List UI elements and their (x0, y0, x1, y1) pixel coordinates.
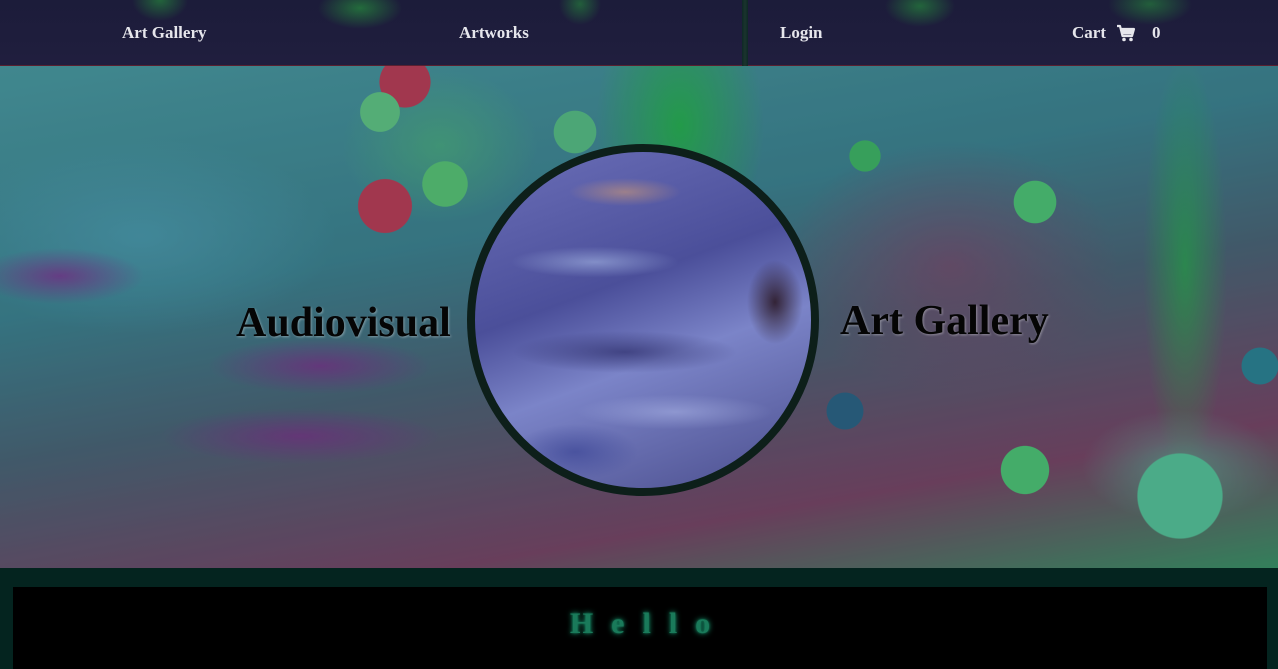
hero-right-title: Art Gallery (840, 298, 1049, 344)
nav-artworks-link[interactable]: Artworks (459, 22, 529, 44)
hero-left-title: Audiovisual (236, 300, 451, 346)
shopping-cart-icon (1116, 23, 1136, 43)
cart-count: 0 (1151, 23, 1161, 42)
nav-cart-link[interactable]: Cart 0 (1072, 22, 1160, 44)
greeting-text: Hello (569, 607, 729, 640)
hero-circle-image (467, 144, 819, 496)
nav-login-link[interactable]: Login (780, 22, 823, 44)
hero-banner: Audiovisual Art Gallery (0, 66, 1278, 568)
content-section: Hello (0, 568, 1278, 669)
top-navbar: Art Gallery Artworks Login Cart 0 (0, 0, 1278, 66)
nav-brand-link[interactable]: Art Gallery (122, 22, 207, 44)
cart-label: Cart (1072, 23, 1106, 42)
nav-divider (742, 0, 748, 66)
greeting-panel: Hello (13, 587, 1267, 669)
